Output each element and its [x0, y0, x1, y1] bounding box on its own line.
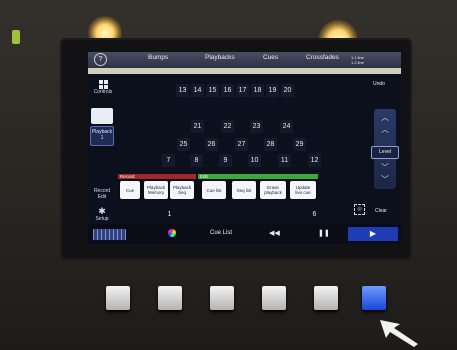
right-controls: Undo ︿ ︿ Level ﹀ ﹀ Clear	[369, 74, 401, 224]
playback-cell[interactable]: 23	[250, 120, 263, 133]
playback-cell[interactable]: 21	[191, 120, 204, 133]
console-frame: ? Bumps Playbacks Cues Crossfades 1.1 li…	[0, 0, 457, 350]
hardware-button-3[interactable]	[210, 286, 234, 310]
playback-cell[interactable]: 29	[293, 138, 306, 151]
tab-crossfades[interactable]: Crossfades	[306, 54, 339, 61]
indicator-led	[12, 30, 20, 44]
undo-button[interactable]: Undo	[373, 81, 385, 87]
clear-button[interactable]: Clear	[375, 208, 387, 214]
record-playback-seq-button[interactable]: Playback Seq	[170, 181, 194, 199]
touch-screen: ? Bumps Playbacks Cues Crossfades 1.1 li…	[88, 52, 401, 244]
tab-bumps[interactable]: Bumps	[148, 54, 168, 61]
tab-cues[interactable]: Cues	[263, 54, 278, 61]
erase-playback-button[interactable]: Erase playback	[260, 181, 286, 199]
playback-cell[interactable]: 26	[205, 138, 218, 151]
setup-button[interactable]: ✱ Setup	[92, 206, 112, 223]
edit-cue-list-button[interactable]: Cue list	[202, 181, 226, 199]
playback-cell[interactable]: 9	[219, 154, 232, 167]
playback-cell[interactable]: 11	[278, 154, 291, 167]
edit-header: Edit	[198, 174, 318, 179]
playback-cell[interactable]: 10	[248, 154, 261, 167]
gear-icon: ✱	[98, 206, 106, 216]
bottom-bar: Cue List ◀◀ ❚❚ ▶	[88, 224, 401, 244]
record-edit-button[interactable]: Record Edit	[89, 182, 115, 200]
playback-cell[interactable]: 7	[162, 154, 175, 167]
chevron-up-icon: ︿	[381, 125, 389, 134]
pointer-arrow-icon	[380, 320, 418, 347]
keyboard-icon[interactable]	[93, 229, 126, 240]
hardware-button-6[interactable]	[362, 286, 386, 310]
playback-cell[interactable]: 6	[308, 208, 321, 221]
playback-1-button[interactable]: Playback 1	[90, 126, 114, 146]
record-playback-memory-button[interactable]: Playback Memory	[144, 181, 168, 199]
playback-number: 1	[100, 135, 104, 141]
playback-cell[interactable]: 17	[236, 84, 249, 97]
playback-cell[interactable]: 25	[177, 138, 190, 151]
playback-cell[interactable]: 13	[176, 84, 189, 97]
status-strip	[88, 68, 401, 74]
info-line-2: 1.2 line	[351, 60, 364, 65]
top-tab-bar: ? Bumps Playbacks Cues Crossfades 1.1 li…	[88, 52, 401, 68]
cue-list-button[interactable]: Cue List	[210, 230, 232, 236]
playback-cell[interactable]: 16	[221, 84, 234, 97]
hardware-button-2[interactable]	[158, 286, 182, 310]
tab-playbacks[interactable]: Playbacks	[205, 54, 235, 61]
record-edit-panel: Record Edit Cue Playback Memory Playback…	[118, 174, 318, 200]
playback-cell[interactable]: 28	[264, 138, 277, 151]
blank-tile[interactable]	[91, 108, 113, 124]
record-cue-button[interactable]: Cue	[120, 181, 140, 199]
controls-button[interactable]: Controls	[91, 80, 115, 95]
playback-cell[interactable]: 27	[235, 138, 248, 151]
play-button[interactable]: ▶	[348, 227, 398, 241]
hardware-button-5[interactable]	[314, 286, 338, 310]
update-live-cue-button[interactable]: Update live cue	[290, 181, 316, 199]
rewind-button[interactable]: ◀◀	[269, 229, 280, 237]
color-wheel-icon[interactable]	[168, 229, 176, 237]
playback-cell[interactable]: 18	[251, 84, 264, 97]
record-header: Record	[118, 174, 196, 179]
setup-label: Setup	[95, 216, 109, 222]
hardware-button-4[interactable]	[262, 286, 286, 310]
playback-cell[interactable]: 24	[280, 120, 293, 133]
chevron-down-icon: ﹀	[381, 163, 389, 172]
playback-cell[interactable]: 1	[163, 208, 176, 221]
edit-seq-list-button[interactable]: Seq list	[232, 181, 256, 199]
playback-cell[interactable]: 8	[190, 154, 203, 167]
playback-cell[interactable]: 15	[206, 84, 219, 97]
playback-cell[interactable]: 19	[266, 84, 279, 97]
focus-icon[interactable]: ◎	[354, 204, 365, 215]
hardware-button-1[interactable]	[106, 286, 130, 310]
chevron-down-icon: ﹀	[381, 175, 389, 184]
controls-label: Controls	[93, 89, 113, 95]
playback-cell[interactable]: 22	[221, 120, 234, 133]
grid-icon	[98, 80, 108, 89]
help-icon[interactable]: ?	[94, 53, 107, 66]
playback-cell[interactable]: 12	[308, 154, 321, 167]
chevron-up-icon: ︿	[381, 113, 389, 122]
playback-cell[interactable]: 14	[191, 84, 204, 97]
pause-button[interactable]: ❚❚	[318, 229, 330, 237]
level-button[interactable]: Level	[371, 146, 399, 159]
record-edit-label: Record Edit	[93, 188, 111, 200]
playback-cell[interactable]: 20	[281, 84, 294, 97]
